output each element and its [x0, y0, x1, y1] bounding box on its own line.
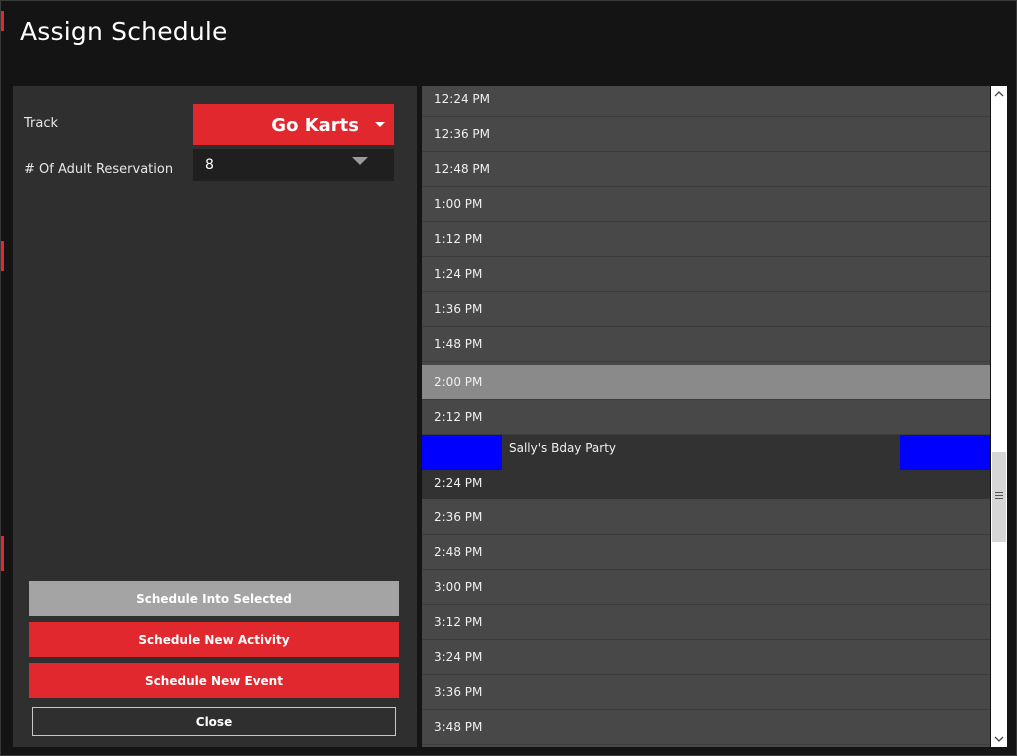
time-slot-row[interactable]: 2:12 PM	[422, 400, 990, 435]
time-slot-label: 12:36 PM	[434, 127, 490, 141]
schedule-new-event-button[interactable]: Schedule New Event	[29, 663, 399, 698]
time-slot-row[interactable]: 3:36 PM	[422, 675, 990, 710]
scroll-down-button[interactable]	[991, 731, 1007, 747]
time-slot-row[interactable]: 3:00 PM	[422, 570, 990, 605]
time-slot-label: 12:24 PM	[434, 92, 490, 106]
time-slot-row[interactable]: 1:00 PM	[422, 187, 990, 222]
time-slot-label: 1:12 PM	[434, 232, 483, 246]
background-accent-edge	[1, 11, 4, 31]
background-accent-edge	[1, 536, 4, 571]
adult-reservation-input[interactable]: 8	[193, 149, 394, 181]
time-slot-row[interactable]: 1:36 PM	[422, 292, 990, 327]
time-slot-row[interactable]: 12:36 PM	[422, 117, 990, 152]
time-slot-label: 1:48 PM	[434, 337, 483, 351]
spinner-down-icon[interactable]	[352, 157, 368, 166]
time-slot-row[interactable]: 12:48 PM	[422, 152, 990, 187]
time-slot-row[interactable]: 3:24 PM	[422, 640, 990, 675]
time-slot-label: 3:24 PM	[434, 650, 483, 664]
time-slot-row-selected[interactable]: 2:00 PM	[422, 365, 990, 400]
schedule-scrollbar[interactable]	[991, 86, 1007, 747]
track-dropdown[interactable]: Go Karts	[193, 104, 394, 145]
time-slot-row[interactable]: 1:24 PM	[422, 257, 990, 292]
caret-down-icon	[375, 122, 385, 127]
event-block[interactable]: Sally's Bday Party 2:24 PM	[422, 435, 990, 499]
chevron-down-icon	[994, 736, 1004, 742]
time-slot-row[interactable]: 2:48 PM	[422, 535, 990, 570]
time-slot-label: 2:48 PM	[434, 545, 483, 559]
event-marker-right	[900, 435, 990, 470]
options-panel: Track Go Karts # Of Adult Reservation 8 …	[13, 86, 417, 747]
time-slot-label: 3:36 PM	[434, 685, 483, 699]
window-title: Assign Schedule	[20, 17, 228, 46]
time-slot-label: 1:00 PM	[434, 197, 483, 211]
time-slot-label: 3:00 PM	[434, 580, 483, 594]
adult-reservation-label: # Of Adult Reservation	[24, 162, 174, 177]
grip-icon	[995, 492, 1003, 499]
event-marker-left	[422, 435, 502, 470]
time-slot-label: 3:48 PM	[434, 720, 483, 734]
time-slot-label: 2:36 PM	[434, 510, 483, 524]
schedule-into-selected-button[interactable]: Schedule Into Selected	[29, 581, 399, 616]
assign-schedule-window: Assign Schedule Track Go Karts # Of Adul…	[0, 0, 1017, 756]
close-button[interactable]: Close	[32, 707, 396, 736]
time-slot-label: 2:12 PM	[434, 410, 483, 424]
time-slot-label: 1:24 PM	[434, 267, 483, 281]
time-slot-label: 12:48 PM	[434, 162, 490, 176]
time-slot-row[interactable]: 3:12 PM	[422, 605, 990, 640]
background-accent-edge	[1, 241, 4, 271]
chevron-up-icon	[994, 91, 1004, 97]
track-label: Track	[24, 116, 59, 131]
time-slot-row[interactable]: 3:48 PM	[422, 710, 990, 745]
time-slot-label: 2:00 PM	[434, 375, 483, 389]
scroll-thumb[interactable]	[992, 452, 1006, 542]
time-slot-row[interactable]: 1:12 PM	[422, 222, 990, 257]
adult-reservation-value: 8	[205, 157, 214, 173]
time-slot-row[interactable]: 1:48 PM	[422, 327, 990, 362]
time-slot-row[interactable]: 12:24 PM	[422, 86, 990, 117]
schedule-list: 12:24 PM 12:36 PM 12:48 PM 1:00 PM 1:12 …	[422, 86, 990, 747]
time-slot-label: 1:36 PM	[434, 302, 483, 316]
scroll-up-button[interactable]	[991, 86, 1007, 102]
schedule-new-activity-button[interactable]: Schedule New Activity	[29, 622, 399, 657]
time-slot-label: 3:12 PM	[434, 615, 483, 629]
time-slot-row[interactable]: 2:36 PM	[422, 500, 990, 535]
event-time: 2:24 PM	[434, 476, 483, 490]
event-name: Sally's Bday Party	[509, 441, 617, 455]
track-value: Go Karts	[271, 115, 359, 136]
